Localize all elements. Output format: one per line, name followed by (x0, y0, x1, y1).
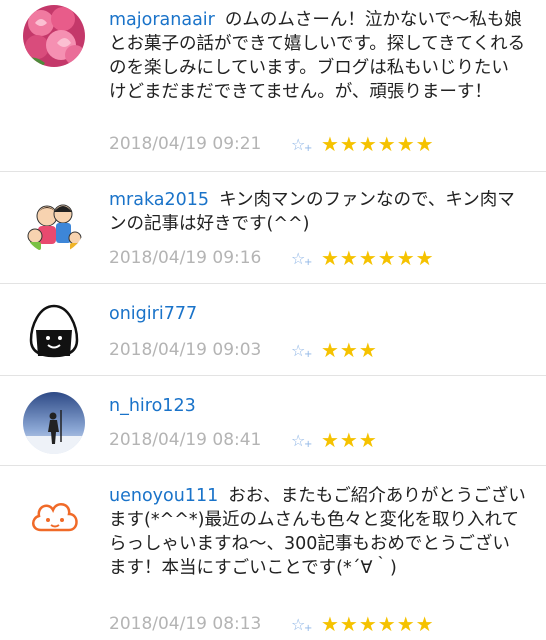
comment-text: mraka2015 キン肉マンのファンなので、キン肉マンの記事は好きです(^^) (109, 188, 526, 236)
comment-text: n_hiro123 (109, 394, 526, 418)
add-star-icon[interactable]: ☆ + (291, 135, 321, 154)
family-illustration-icon[interactable] (23, 192, 85, 254)
star-rating: ★★★★★★ (321, 612, 435, 636)
comment-username[interactable]: mraka2015 (109, 190, 209, 210)
comment-username[interactable]: onigiri777 (109, 304, 197, 324)
comment-timestamp: 2018/04/19 09:21 (109, 134, 262, 154)
comment-username[interactable]: uenoyou111 (109, 486, 218, 506)
comment-timestamp: 2018/04/19 09:16 (109, 248, 262, 268)
comment-username[interactable]: n_hiro123 (109, 396, 196, 416)
comment-username[interactable]: majoranaair (109, 10, 215, 30)
add-star-icon[interactable]: ☆ + (291, 431, 321, 450)
comment-timestamp: 2018/04/19 08:41 (109, 430, 262, 450)
comment-text: uenoyou111 おお、またもご紹介ありがとうございます(*^^*)最近のムさ… (109, 484, 526, 580)
comment-text: onigiri777 (109, 302, 526, 326)
onigiri-icon[interactable] (23, 300, 85, 362)
add-star-icon[interactable]: ☆ + (291, 249, 321, 268)
roses-photo-icon[interactable] (23, 5, 85, 67)
comment-text: majoranaair のムのムさーん！泣かないで〜私も娘とお菓子の話ができて嬉し… (109, 8, 526, 104)
comment-timestamp: 2018/04/19 08:13 (109, 614, 262, 634)
comment-item: uenoyou111 おお、またもご紹介ありがとうございます(*^^*)最近のムさ… (0, 466, 546, 640)
comment-item: n_hiro123 2018/04/19 08:41 ☆ + ★★★ (0, 376, 546, 466)
star-rating: ★★★ (321, 338, 378, 362)
add-star-icon[interactable]: ☆ + (291, 341, 321, 360)
comment-timestamp: 2018/04/19 09:03 (109, 340, 262, 360)
star-rating: ★★★★★★ (321, 246, 435, 270)
skier-photo-icon[interactable] (23, 392, 85, 454)
star-rating: ★★★★★★ (321, 132, 435, 156)
add-star-icon[interactable]: ☆ + (291, 615, 321, 634)
star-rating: ★★★ (321, 428, 378, 452)
cloud-face-icon[interactable] (23, 486, 85, 548)
comment-item: majoranaair のムのムさーん！泣かないで〜私も娘とお菓子の話ができて嬉し… (0, 0, 546, 172)
comment-item: onigiri777 2018/04/19 09:03 ☆ + ★★★ (0, 284, 546, 376)
comment-item: mraka2015 キン肉マンのファンなので、キン肉マンの記事は好きです(^^) … (0, 172, 546, 284)
